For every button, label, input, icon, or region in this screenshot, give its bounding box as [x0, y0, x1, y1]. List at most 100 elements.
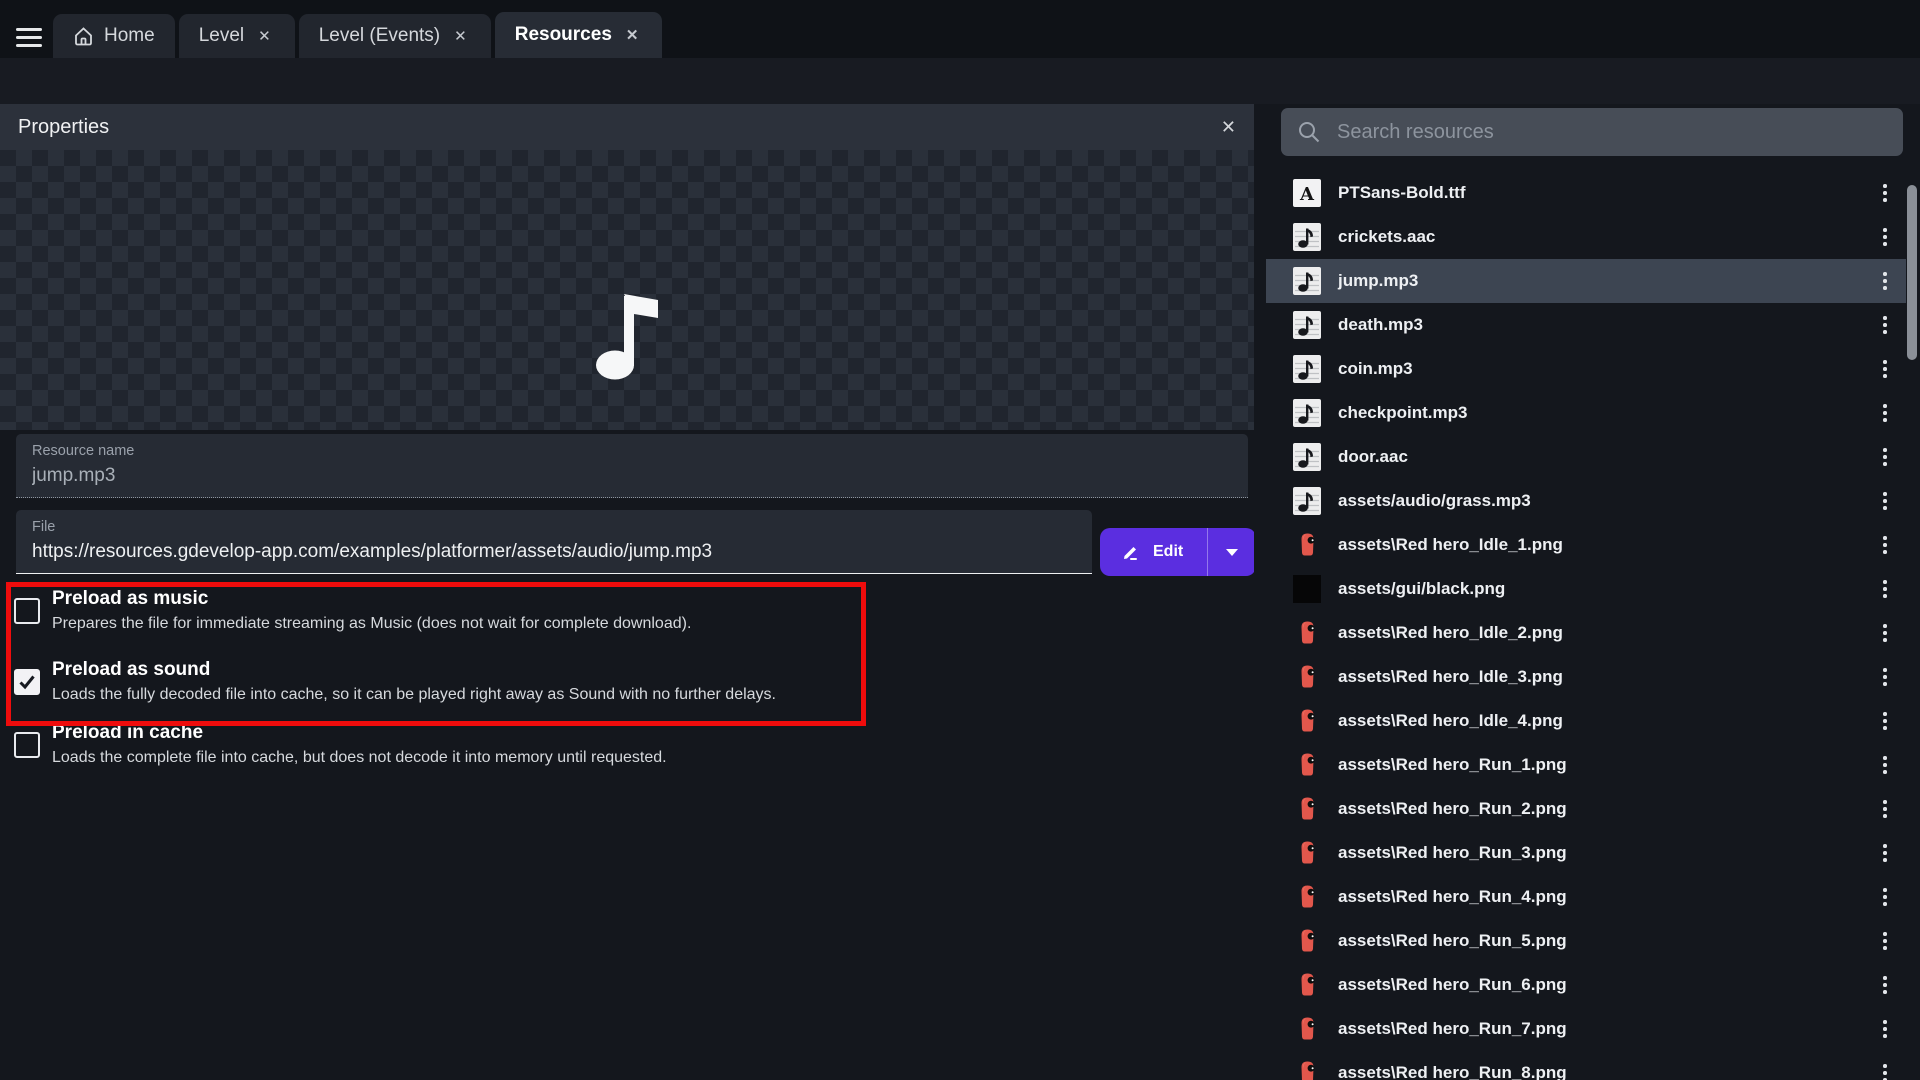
tab[interactable]: Resources ✕: [495, 12, 663, 58]
resource-icon: [1293, 531, 1321, 559]
kebab-menu-icon[interactable]: [1870, 448, 1900, 466]
chevron-down-icon: [1226, 549, 1238, 556]
resource-icon: [1293, 443, 1321, 471]
resource-list-item[interactable]: assets/gui/black.png: [1266, 567, 1906, 611]
kebab-menu-icon[interactable]: [1870, 272, 1900, 290]
tab-close-icon[interactable]: ✕: [622, 24, 643, 46]
option-description: Prepares the file for immediate streamin…: [52, 615, 691, 633]
checkbox[interactable]: [14, 598, 40, 624]
file-label: File: [32, 519, 1076, 535]
resource-name: assets/audio/grass.mp3: [1338, 491, 1870, 511]
resource-icon: [1293, 883, 1321, 911]
gdevelop-window: Home Level ✕ Level (Events) ✕ Resources …: [0, 0, 1920, 1080]
resource-name: assets\Red hero_Run_8.png: [1338, 1063, 1870, 1080]
scrollbar-thumb[interactable]: [1907, 185, 1917, 360]
resource-list-item[interactable]: door.aac: [1266, 435, 1906, 479]
resource-list-item[interactable]: assets\Red hero_Idle_3.png: [1266, 655, 1906, 699]
kebab-menu-icon[interactable]: [1870, 228, 1900, 246]
kebab-menu-icon[interactable]: [1870, 360, 1900, 378]
resource-list-item[interactable]: jump.mp3: [1266, 259, 1906, 303]
file-value: https://resources.gdevelop-app.com/examp…: [32, 541, 1076, 563]
kebab-menu-icon[interactable]: [1870, 492, 1900, 510]
kebab-menu-icon[interactable]: [1870, 756, 1900, 774]
resource-name: assets\Red hero_Run_6.png: [1338, 975, 1870, 995]
edit-button[interactable]: Edit: [1100, 528, 1207, 576]
tab-label: Home: [104, 25, 155, 47]
resource-icon: [1293, 311, 1321, 339]
kebab-menu-icon[interactable]: [1870, 800, 1900, 818]
resource-list-item[interactable]: assets\Red hero_Run_7.png: [1266, 1007, 1906, 1051]
resource-list-item[interactable]: assets\Red hero_Run_5.png: [1266, 919, 1906, 963]
checkbox[interactable]: [14, 732, 40, 758]
resource-name: coin.mp3: [1338, 359, 1870, 379]
resource-list-item[interactable]: assets\Red hero_Idle_2.png: [1266, 611, 1906, 655]
home-icon: [73, 26, 94, 47]
resource-name: assets\Red hero_Idle_2.png: [1338, 623, 1870, 643]
option-description: Loads the complete file into cache, but …: [52, 749, 667, 767]
checkbox[interactable]: [14, 669, 40, 695]
kebab-menu-icon[interactable]: [1870, 184, 1900, 202]
kebab-menu-icon[interactable]: [1870, 404, 1900, 422]
resource-list-item[interactable]: checkpoint.mp3: [1266, 391, 1906, 435]
resource-list-item[interactable]: assets\Red hero_Idle_1.png: [1266, 523, 1906, 567]
tab[interactable]: Level ✕: [179, 14, 295, 58]
kebab-menu-icon[interactable]: [1870, 536, 1900, 554]
preload-option-row: Preload in cache Loads the complete file…: [0, 722, 1100, 784]
resource-name: assets\Red hero_Run_2.png: [1338, 799, 1870, 819]
resource-name: assets\Red hero_Run_4.png: [1338, 887, 1870, 907]
hamburger-menu-icon[interactable]: [16, 28, 42, 48]
kebab-menu-icon[interactable]: [1870, 1020, 1900, 1038]
toolbar: Preview Publish: [0, 58, 1920, 104]
kebab-menu-icon[interactable]: [1870, 844, 1900, 862]
resource-list-item[interactable]: assets\Red hero_Run_4.png: [1266, 875, 1906, 919]
resource-name: crickets.aac: [1338, 227, 1870, 247]
kebab-menu-icon[interactable]: [1870, 976, 1900, 994]
kebab-menu-icon[interactable]: [1870, 668, 1900, 686]
resource-list-item[interactable]: assets\Red hero_Idle_4.png: [1266, 699, 1906, 743]
resource-name: PTSans-Bold.ttf: [1338, 183, 1870, 203]
resource-preview-area: [0, 150, 1254, 430]
resource-name: assets\Red hero_Idle_4.png: [1338, 711, 1870, 731]
edit-split-button: Edit: [1100, 528, 1256, 576]
tab-bar: Home Level ✕ Level (Events) ✕ Resources …: [0, 0, 1920, 58]
resource-icon: [1293, 355, 1321, 383]
resource-name-field[interactable]: Resource name jump.mp3: [16, 434, 1248, 498]
tab[interactable]: Home: [53, 14, 175, 58]
kebab-menu-icon[interactable]: [1870, 316, 1900, 334]
resource-icon: [1293, 927, 1321, 955]
resource-icon: [1293, 223, 1321, 251]
resource-list-item[interactable]: assets\Red hero_Run_1.png: [1266, 743, 1906, 787]
resource-list-item[interactable]: assets/audio/grass.mp3: [1266, 479, 1906, 523]
kebab-menu-icon[interactable]: [1870, 580, 1900, 598]
tab-close-icon[interactable]: ✕: [450, 25, 471, 47]
resource-list-item[interactable]: assets\Red hero_Run_8.png: [1266, 1051, 1906, 1080]
resource-name: assets\Red hero_Idle_3.png: [1338, 667, 1870, 687]
kebab-menu-icon[interactable]: [1870, 888, 1900, 906]
resource-list-item[interactable]: coin.mp3: [1266, 347, 1906, 391]
resource-list-item[interactable]: assets\Red hero_Run_6.png: [1266, 963, 1906, 1007]
kebab-menu-icon[interactable]: [1870, 624, 1900, 642]
kebab-menu-icon[interactable]: [1870, 932, 1900, 950]
resource-list-item[interactable]: assets\Red hero_Run_2.png: [1266, 787, 1906, 831]
tab[interactable]: Level (Events) ✕: [299, 14, 491, 58]
kebab-menu-icon[interactable]: [1870, 712, 1900, 730]
search-icon: [1297, 120, 1321, 144]
search-input[interactable]: Search resources: [1281, 108, 1903, 156]
resource-name-value: jump.mp3: [32, 465, 1232, 487]
resource-list-item[interactable]: crickets.aac: [1266, 215, 1906, 259]
properties-panel: Properties ✕ Resource name jump.mp3 File…: [0, 104, 1254, 1080]
kebab-menu-icon[interactable]: [1870, 1064, 1900, 1080]
edit-dropdown-button[interactable]: [1207, 528, 1256, 576]
resource-list-item[interactable]: death.mp3: [1266, 303, 1906, 347]
resource-name: assets\Red hero_Run_1.png: [1338, 755, 1870, 775]
resource-icon: [1293, 795, 1321, 823]
resource-icon: [1293, 839, 1321, 867]
resource-list-item[interactable]: assets\Red hero_Run_3.png: [1266, 831, 1906, 875]
resource-list-item[interactable]: A PTSans-Bold.ttf: [1266, 171, 1906, 215]
option-label: Preload as sound: [52, 659, 210, 681]
file-field[interactable]: File https://resources.gdevelop-app.com/…: [16, 510, 1092, 574]
tab-close-icon[interactable]: ✕: [254, 25, 275, 47]
close-icon[interactable]: ✕: [1221, 117, 1236, 138]
resource-name-label: Resource name: [32, 443, 1232, 459]
resource-icon: [1293, 575, 1321, 603]
